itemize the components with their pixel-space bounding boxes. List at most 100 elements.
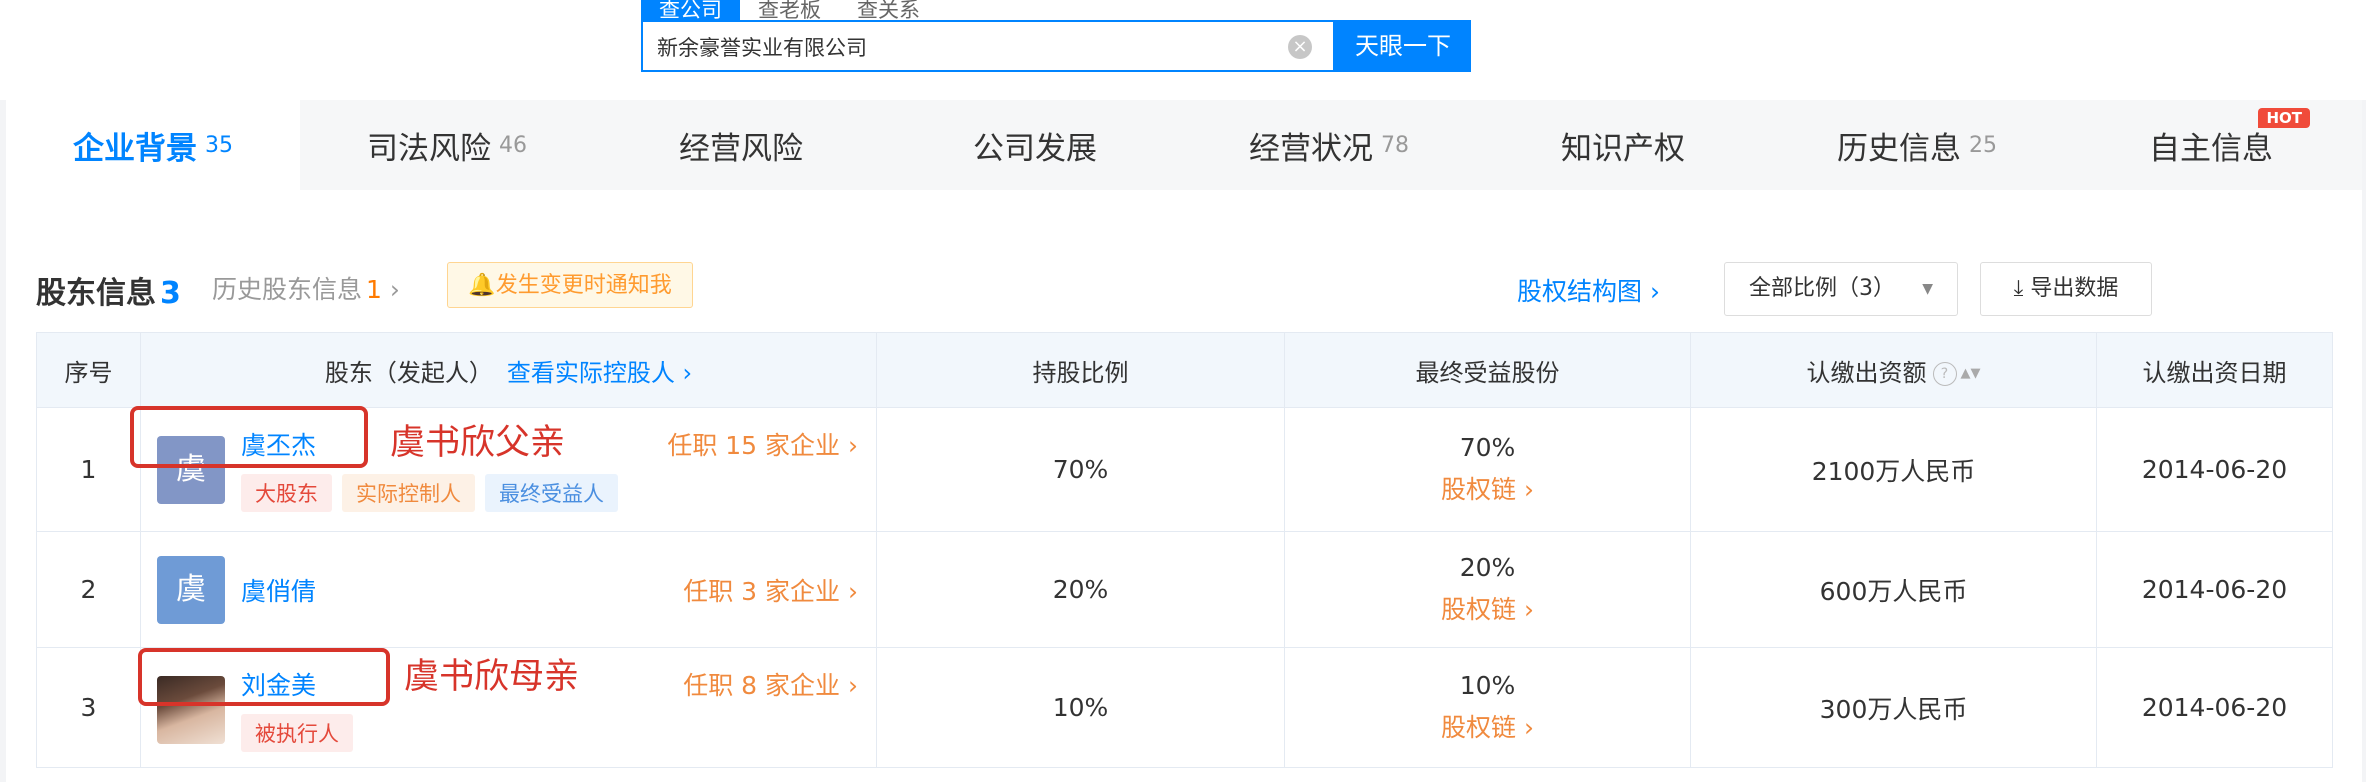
chain-label: 股权链 <box>1441 595 1517 624</box>
ratio-cell: 70% <box>876 407 1285 532</box>
annotation-box-mother <box>138 648 390 706</box>
caret-down-icon: ▼ <box>1922 281 1933 297</box>
header-ratio: 持股比例 <box>876 332 1285 408</box>
tab-search-boss[interactable]: 查老板 <box>740 0 839 20</box>
header-capital-label: 认缴出资额 <box>1806 358 1927 387</box>
header-index: 序号 <box>36 332 141 408</box>
job-count-link[interactable]: 任职 15 家企业 › <box>667 426 858 462</box>
capital-cell: 600万人民币 <box>1690 531 2097 648</box>
search-box: × <box>641 20 1335 72</box>
export-label: 导出数据 <box>2030 276 2119 301</box>
section-title-text: 股东信息 <box>36 276 156 311</box>
nav-tab-count: 25 <box>1969 132 1997 158</box>
notify-change-button[interactable]: 🔔发生变更时通知我 <box>447 262 693 308</box>
hot-badge: HOT <box>2258 108 2310 128</box>
table-row: 1 虞 虞丕杰 大股东 实际控制人 最终受益人 任职 15 家企业 › 70% … <box>36 407 2333 532</box>
job-count: 任职 3 家企业 <box>683 577 841 606</box>
nav-tab-label: 经营状况 <box>1249 130 1373 167</box>
download-icon: ⤓ <box>2013 276 2031 301</box>
nav-tab-operation-status[interactable]: 经营状况 78 <box>1182 100 1476 190</box>
nav-tab-label: 司法风险 <box>367 130 491 167</box>
top-bar: 查公司 查老板 查关系 × 天眼一下 <box>0 0 2366 100</box>
actual-controller-label: 查看实际控股人 <box>506 358 675 387</box>
nav-tab-ip[interactable]: 知识产权 <box>1476 100 1770 190</box>
equity-chart-label: 股权结构图 <box>1517 277 1643 306</box>
annotation-father: 虞书欣父亲 <box>390 423 566 463</box>
equity-chain-link[interactable]: 股权链 › <box>1286 470 1689 506</box>
nav-tab-background[interactable]: 企业背景 35 <box>6 100 300 190</box>
history-label: 历史股东信息 <box>212 275 363 304</box>
row-index: 3 <box>36 647 141 768</box>
header-date: 认缴出资日期 <box>2096 332 2333 408</box>
ratio-filter-select[interactable]: 全部比例（3） ▼ <box>1724 262 1958 316</box>
chevron-right-icon: › <box>381 275 400 304</box>
nav-tab-history[interactable]: 历史信息 25 <box>1770 100 2064 190</box>
benefit-value: 20% <box>1459 553 1516 582</box>
table-header-row: 序号 股东（发起人） 查看实际控股人 › 持股比例 最终受益股份 认缴出资额? ▲▼… <box>36 332 2333 408</box>
tag-major-shareholder: 大股东 <box>241 474 332 512</box>
job-count-link[interactable]: 任职 8 家企业 › <box>683 666 858 702</box>
equity-chain-link[interactable]: 股权链 › <box>1286 708 1689 744</box>
tab-search-relation[interactable]: 查关系 <box>839 0 938 20</box>
tag-list: 被执行人 <box>241 714 353 752</box>
actual-controller-link[interactable]: 查看实际控股人 › <box>507 359 692 387</box>
header-benefit: 最终受益股份 <box>1284 332 1691 408</box>
table-row: 2 虞 虞俏倩 任职 3 家企业 › 20% 20% 股权链 › 600万人民币… <box>36 531 2333 648</box>
job-count: 任职 15 家企业 <box>667 431 841 460</box>
section-title: 股东信息 3 <box>36 268 181 312</box>
nav-tab-operation-risk[interactable]: 经营风险 <box>594 100 888 190</box>
nav-tab-count: 46 <box>499 132 527 158</box>
search-tabs: 查公司 查老板 查关系 <box>641 0 938 20</box>
tag-judgment-debtor: 被执行人 <box>241 714 353 752</box>
history-count: 1 <box>366 275 382 304</box>
nav-tab-judicial-risk[interactable]: 司法风险 46 <box>300 100 594 190</box>
history-shareholder-link[interactable]: 历史股东信息 1 › <box>212 270 400 306</box>
date-cell: 2014-06-20 <box>2096 531 2333 648</box>
tab-search-company[interactable]: 查公司 <box>641 0 740 20</box>
job-count: 任职 8 家企业 <box>683 671 841 700</box>
job-count-link[interactable]: 任职 3 家企业 › <box>683 572 858 608</box>
date-cell: 2014-06-20 <box>2096 407 2333 532</box>
benefit-cell: 20% 股权链 › <box>1284 531 1691 648</box>
tag-actual-controller: 实际控制人 <box>342 474 475 512</box>
help-icon[interactable]: ? <box>1932 361 1957 386</box>
capital-cell: 300万人民币 <box>1690 647 2097 768</box>
nav-tab-label: 知识产权 <box>1561 130 1685 167</box>
nav-tab-label: 经营风险 <box>679 130 803 167</box>
nav-tab-label: 自主信息 <box>2149 130 2273 167</box>
annotation-mother: 虞书欣母亲 <box>404 657 580 697</box>
chevron-right-icon: › <box>1642 277 1660 306</box>
nav-tab-label: 企业背景 <box>73 130 197 167</box>
shareholder-name-link[interactable]: 虞俏倩 <box>241 572 316 608</box>
chain-label: 股权链 <box>1441 713 1517 742</box>
benefit-value: 10% <box>1459 671 1516 700</box>
notify-label: 发生变更时通知我 <box>495 273 672 298</box>
nav-tab-self-info[interactable]: 自主信息 HOT <box>2064 100 2358 190</box>
export-button[interactable]: ⤓ 导出数据 <box>1980 262 2152 316</box>
shareholder-cell: 虞 虞俏倩 任职 3 家企业 › <box>140 531 877 648</box>
category-nav: 企业背景 35 司法风险 46 经营风险 公司发展 经营状况 78 知识产权 历史信息… <box>6 100 2362 190</box>
benefit-cell: 70% 股权链 › <box>1284 407 1691 532</box>
annotation-box-father <box>130 406 368 468</box>
capital-cell: 2100万人民币 <box>1690 407 2097 532</box>
row-index: 1 <box>36 407 141 532</box>
chain-label: 股权链 <box>1441 475 1517 504</box>
tag-list: 大股东 实际控制人 最终受益人 <box>241 474 618 512</box>
avatar: 虞 <box>157 556 225 624</box>
search-button[interactable]: 天眼一下 <box>1335 20 1471 72</box>
equity-chart-link[interactable]: 股权结构图 › <box>1517 272 1660 308</box>
ratio-filter-value: 全部比例（3） <box>1749 276 1895 301</box>
header-shareholder: 股东（发起人） 查看实际控股人 › <box>140 332 877 408</box>
header-shareholder-label: 股东（发起人） <box>324 358 493 387</box>
nav-tab-count: 78 <box>1381 132 1409 158</box>
header-capital[interactable]: 认缴出资额? ▲▼ <box>1690 332 2097 408</box>
bell-icon: 🔔 <box>468 273 496 298</box>
nav-tab-label: 历史信息 <box>1837 130 1961 167</box>
search-input[interactable] <box>655 22 1259 72</box>
nav-tab-development[interactable]: 公司发展 <box>888 100 1182 190</box>
ratio-cell: 10% <box>876 647 1285 768</box>
clear-icon[interactable]: × <box>1288 35 1312 59</box>
equity-chain-link[interactable]: 股权链 › <box>1286 590 1689 626</box>
date-cell: 2014-06-20 <box>2096 647 2333 768</box>
sort-icon[interactable]: ▲▼ <box>1961 366 1981 381</box>
